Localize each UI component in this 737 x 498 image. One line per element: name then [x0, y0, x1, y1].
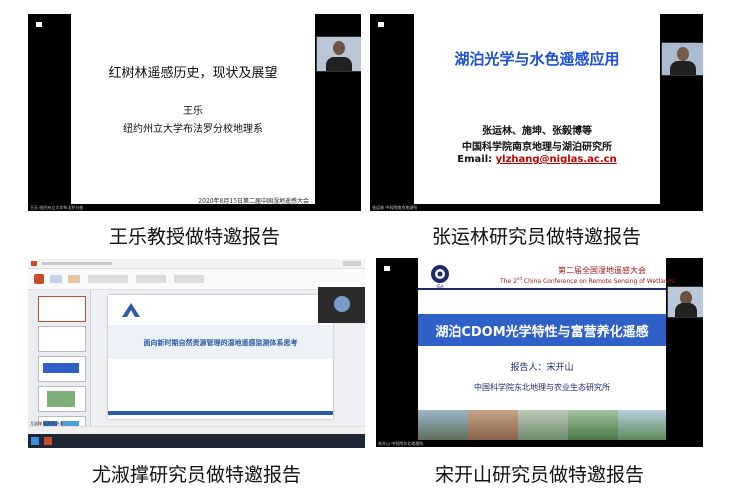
participant-label: 王乐 纽约州立大学布法罗分校	[30, 205, 84, 210]
email-address[interactable]: ylzhang@niglas.ac.cn	[496, 154, 617, 165]
left-black-margin	[28, 14, 71, 211]
slide: IGA 第二届全国湿地遥感大会 The 2nd China Conference…	[418, 258, 675, 440]
slide-thumbnail[interactable]	[38, 356, 86, 382]
conference-name-en: The 2nd China Conference on Remote Sensi…	[500, 276, 675, 285]
slide-title: 湖泊CDOM光学特性与富营养化遥感	[435, 325, 649, 340]
screenshot-panel-zhang-yunlin: 湖泊光学与水色遥感应用 张运林、施坤、张毅博等 中国科学院南京地理与湖泊研究所 …	[370, 14, 703, 211]
conf-en-rest: China Conference on Remote Sensing of We…	[523, 278, 675, 285]
conf-en-prefix: The	[500, 278, 512, 285]
reporter: 报告人：宋开山	[510, 363, 574, 373]
iga-logo-icon	[431, 265, 449, 283]
ribbon-button[interactable]	[34, 274, 44, 284]
slide-thumbnail[interactable]	[38, 326, 86, 352]
ribbon-button[interactable]	[136, 275, 166, 283]
screenshot-panel-wang-le: 红树林遥感历史，现状及展望 王乐 纽约州立大学布法罗分校地理系 2020年8月1…	[28, 14, 361, 211]
slide-affiliation: 纽约州立大学布法罗分校地理系	[123, 124, 263, 135]
ribbon-toolbar	[28, 269, 365, 290]
slide-email-line: Email: ylzhang@niglas.ac.cn	[414, 154, 660, 165]
speaker-video-tile	[316, 36, 361, 72]
ribbon-button[interactable]	[174, 275, 204, 283]
left-black-margin	[370, 14, 414, 211]
slide: 面向新时期自然资源管理的湿地遥感监测体系思考	[108, 295, 333, 419]
window-controls[interactable]	[343, 261, 361, 266]
slide-author: 王乐	[183, 106, 203, 117]
speaker-video-tile	[333, 295, 351, 313]
title-bar-text	[42, 262, 112, 265]
slide-title: 湖泊光学与水色遥感应用	[454, 50, 620, 68]
photo-strip	[418, 410, 666, 440]
start-icon[interactable]	[31, 437, 39, 445]
slide-bottom-rule	[108, 411, 333, 415]
conf-en-sup: nd	[516, 276, 522, 281]
ribbon-button[interactable]	[68, 275, 80, 283]
speaker-body	[326, 57, 352, 71]
slide-authors: 张运林、施坤、张毅博等	[482, 126, 592, 137]
slide-thumbnail-pane	[28, 290, 91, 440]
ribbon-button[interactable]	[88, 275, 128, 283]
app-logo-icon	[31, 261, 37, 266]
conference-name-cn: 第二届全国湿地遥感大会	[558, 266, 646, 275]
speaker-face	[333, 41, 345, 55]
photo	[418, 410, 468, 440]
taskbar	[28, 434, 365, 448]
ribbon-button[interactable]	[50, 275, 62, 283]
slide: 红树林遥感历史，现状及展望 王乐 纽约州立大学布法罗分校地理系 2020年8月1…	[71, 14, 315, 205]
caption-1: 王乐教授做特邀报告	[108, 226, 280, 248]
photo	[568, 410, 618, 440]
slide-title: 面向新时期自然资源管理的湿地遥感监测体系思考	[143, 339, 298, 347]
header-rule	[418, 288, 666, 290]
taskbar-app-icon[interactable]	[44, 437, 52, 445]
caption-2: 张运林研究员做特邀报告	[431, 226, 641, 248]
speaker-body	[669, 61, 696, 75]
caption-4: 宋开山研究员做特邀报告	[434, 464, 644, 486]
screenshot-panel-you-shucheng: 面向新时期自然资源管理的湿地遥感监测体系思考 尤淑撑 自然资源部	[28, 259, 365, 448]
left-black-margin	[376, 258, 418, 447]
speaker-face	[676, 47, 689, 61]
screenshot-panel-song-kaishan: IGA 第二届全国湿地遥感大会 The 2nd China Conference…	[376, 258, 703, 447]
participant-label: 尤淑撑 自然资源部	[30, 421, 64, 426]
speaker-video-tile	[667, 286, 703, 318]
photo	[468, 410, 518, 440]
institution-logo-icon	[122, 303, 140, 317]
speaker-video-tile	[661, 42, 703, 76]
affiliation: 中国科学院东北地理与农业生态研究所	[474, 383, 610, 392]
top-window-icon	[378, 22, 384, 27]
app-title-bar	[28, 259, 365, 269]
video-window	[318, 287, 365, 323]
bottom-status-bar	[376, 440, 703, 447]
photo	[518, 410, 568, 440]
participant-label: 张运林 中科院南京地湖所	[372, 205, 418, 210]
speaker-body	[674, 303, 697, 317]
slide: 湖泊光学与水色遥感应用 张运林、施坤、张毅博等 中国科学院南京地理与湖泊研究所 …	[414, 14, 660, 204]
email-label: Email:	[457, 154, 493, 165]
slide-affiliation: 中国科学院南京地理与湖泊研究所	[462, 142, 612, 153]
caption-3: 尤淑撑研究员做特邀报告	[91, 464, 301, 486]
top-window-icon	[36, 22, 42, 27]
slide-title: 红树林遥感历史，现状及展望	[108, 66, 278, 81]
bottom-status-bar	[370, 204, 703, 211]
participant-label: 宋开山 中科院东北地理所	[378, 441, 424, 446]
photo	[618, 410, 666, 440]
top-window-icon	[384, 266, 390, 271]
slide-thumbnail[interactable]	[38, 386, 86, 412]
slide-thumbnail[interactable]	[38, 296, 86, 322]
